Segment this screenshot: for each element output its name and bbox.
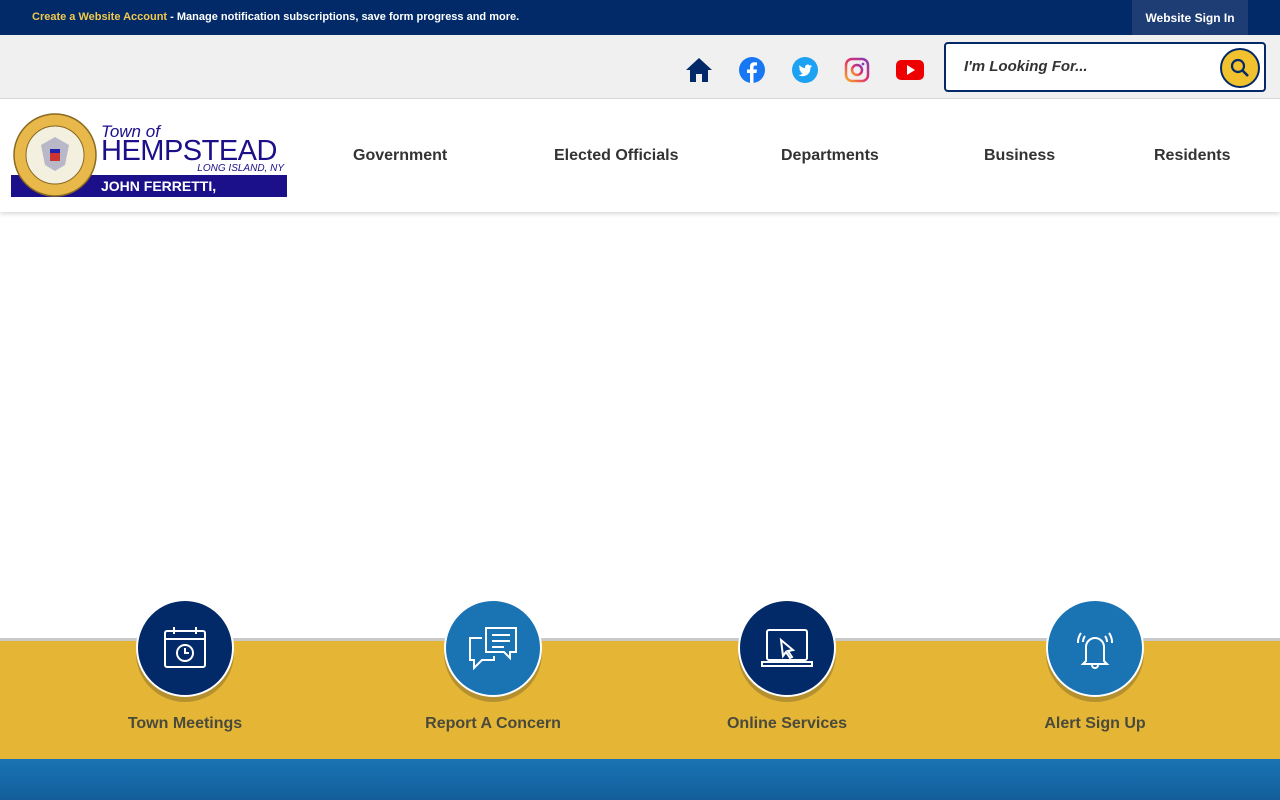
main-header: Town of HEMPSTEAD LONG ISLAND, NY JOHN F… — [0, 99, 1280, 212]
nav-business[interactable]: Business — [984, 147, 1055, 165]
nav-departments[interactable]: Departments — [781, 147, 879, 165]
home-icon[interactable] — [685, 56, 713, 84]
town-logo[interactable]: Town of HEMPSTEAD LONG ISLAND, NY JOHN F… — [11, 113, 287, 210]
quicklink-alert-sign-up[interactable]: Alert Sign Up — [985, 599, 1205, 733]
search-box — [944, 42, 1266, 92]
search-input[interactable] — [964, 58, 1204, 75]
quicklink-label: Town Meetings — [127, 715, 243, 732]
top-notification-bar: Create a Website Account - Manage notifi… — [0, 0, 1280, 35]
logo-location: LONG ISLAND, NY — [197, 163, 284, 174]
website-sign-in-button[interactable]: Website Sign In — [1132, 0, 1248, 35]
nav-residents[interactable]: Residents — [1154, 147, 1230, 165]
quicklink-label: Online Services — [726, 715, 848, 732]
account-message: Create a Website Account - Manage notifi… — [32, 11, 519, 23]
quicklink-label: Report A Concern — [425, 715, 561, 732]
quicklink-label: Alert Sign Up — [1044, 715, 1146, 732]
quicklink-town-meetings[interactable]: Town Meetings — [75, 599, 295, 733]
calendar-clock-icon — [136, 599, 234, 697]
laptop-cursor-icon — [738, 599, 836, 697]
nav-elected-officials[interactable]: Elected Officials — [554, 147, 679, 165]
chat-bubbles-icon — [444, 599, 542, 697]
facebook-icon[interactable] — [738, 56, 766, 84]
nav-government[interactable]: Government — [353, 147, 447, 165]
utility-bar — [0, 35, 1280, 99]
quicklink-online-services[interactable]: Online Services — [677, 599, 897, 733]
search-icon — [1230, 58, 1249, 77]
bell-icon — [1046, 599, 1144, 697]
create-account-link[interactable]: Create a Website Account — [32, 11, 167, 23]
twitter-icon[interactable] — [791, 56, 819, 84]
account-message-text: - Manage notification subscriptions, sav… — [167, 11, 520, 23]
youtube-icon[interactable] — [896, 56, 924, 84]
quicklink-report-concern[interactable]: Report A Concern — [383, 599, 603, 733]
search-button[interactable] — [1220, 48, 1260, 88]
footer-band — [0, 759, 1280, 800]
logo-supervisor: JOHN FERRETTI, Supervisor — [101, 178, 217, 210]
instagram-icon[interactable] — [843, 56, 871, 84]
